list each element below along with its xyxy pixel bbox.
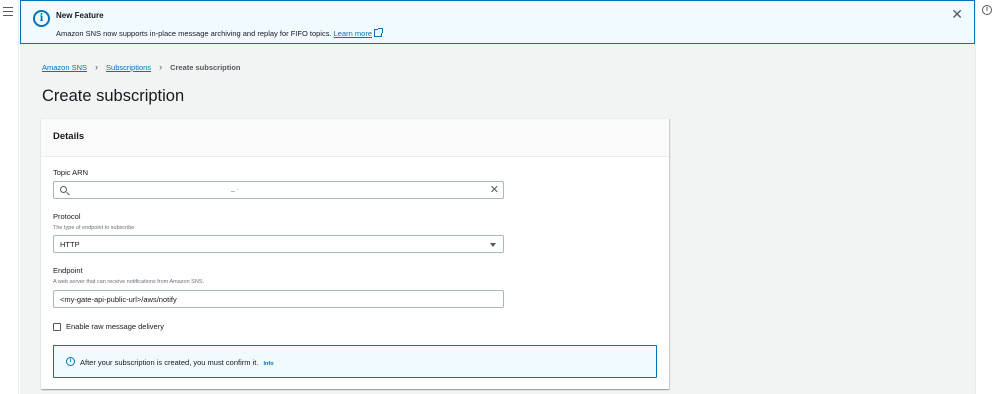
page-title: Create subscription xyxy=(42,87,185,105)
topic-arn-label: Topic ARN xyxy=(53,168,89,177)
confirmation-alert: i After your subscription is created, yo… xyxy=(53,345,657,378)
info-icon[interactable]: i xyxy=(982,5,992,15)
new-feature-flashbar: i New Feature Amazon SNS now supports in… xyxy=(20,0,975,44)
info-icon: i xyxy=(33,10,50,27)
protocol-label: Protocol xyxy=(53,212,81,221)
alert-text-row: After your subscription is created, you … xyxy=(80,358,274,367)
breadcrumb-current: Create subscription xyxy=(170,62,241,72)
endpoint-input[interactable]: <my-gate-api-public-url>/aws/notify xyxy=(53,290,504,308)
breadcrumb-amazon-sns[interactable]: Amazon SNS xyxy=(42,63,87,72)
raw-delivery-checkbox[interactable] xyxy=(53,323,61,331)
endpoint-description: A web server that can receive notificati… xyxy=(53,279,205,285)
close-icon[interactable]: ✕ xyxy=(951,7,963,21)
flash-message: Amazon SNS now supports in-place message… xyxy=(56,29,332,38)
search-icon xyxy=(60,186,67,193)
alert-message: After your subscription is created, you … xyxy=(80,358,259,367)
menu-icon[interactable] xyxy=(3,7,13,16)
topic-arn-input[interactable]: _ . ✕ xyxy=(53,181,504,199)
details-panel: Details Topic ARN _ . ✕ Protocol The typ… xyxy=(41,118,669,389)
raw-delivery-label[interactable]: Enable raw message delivery xyxy=(66,322,164,331)
info-link[interactable]: Info xyxy=(264,361,274,367)
flash-message-row: Amazon SNS now supports in-place message… xyxy=(56,28,383,38)
learn-more-link[interactable]: Learn more xyxy=(334,29,372,38)
info-icon: i xyxy=(66,357,75,366)
protocol-description: The type of endpoint to subscribe xyxy=(53,225,135,231)
flash-title: New Feature xyxy=(56,11,104,20)
breadcrumb-subscriptions[interactable]: Subscriptions xyxy=(106,63,151,72)
breadcrumb: Amazon SNS › Subscriptions › Create subs… xyxy=(42,62,241,72)
topic-arn-value: _ . xyxy=(231,185,239,192)
endpoint-value: <my-gate-api-public-url>/aws/notify xyxy=(60,295,177,304)
external-link-icon xyxy=(374,28,383,37)
chevron-right-icon: › xyxy=(95,62,99,72)
clear-icon[interactable]: ✕ xyxy=(490,183,499,197)
left-navigation-rail xyxy=(0,0,19,394)
endpoint-label: Endpoint xyxy=(53,266,83,275)
chevron-right-icon: › xyxy=(159,62,163,72)
right-tools-rail: i xyxy=(975,0,997,394)
main-content: i New Feature Amazon SNS now supports in… xyxy=(20,0,975,394)
protocol-selected-value: HTTP xyxy=(60,240,80,249)
caret-down-icon xyxy=(490,243,496,247)
panel-title: Details xyxy=(53,131,85,142)
protocol-select[interactable]: HTTP xyxy=(53,235,504,253)
panel-header: Details xyxy=(41,119,669,157)
